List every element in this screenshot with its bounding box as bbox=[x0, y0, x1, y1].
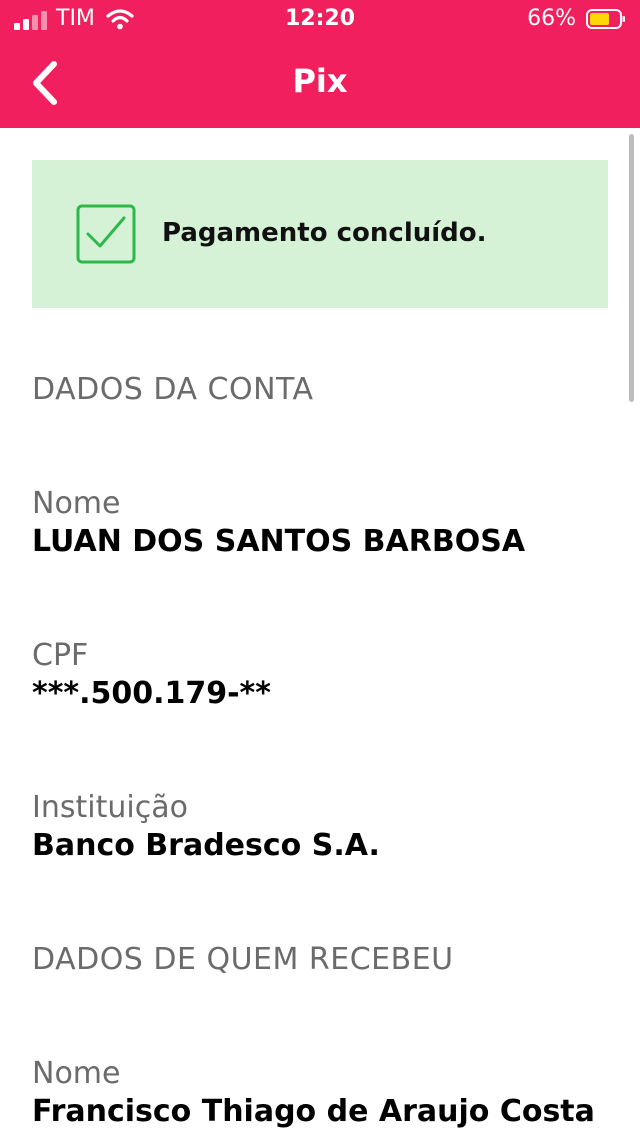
recipient-name-value: Francisco Thiago de Araujo Costa bbox=[32, 1094, 595, 1129]
page-title: Pix bbox=[292, 62, 348, 100]
battery-icon bbox=[586, 9, 625, 29]
recipient-name-label: Nome bbox=[32, 1056, 121, 1091]
cpf-label: CPF bbox=[32, 638, 89, 673]
scrollbar[interactable] bbox=[629, 134, 634, 402]
battery-percent: 66% bbox=[527, 6, 576, 31]
nav-bar: Pix bbox=[0, 40, 640, 128]
account-name-label: Nome bbox=[32, 486, 121, 521]
section-title-account: DADOS DA CONTA bbox=[32, 372, 314, 407]
section-title-recipient: DADOS DE QUEM RECEBEU bbox=[32, 942, 454, 977]
success-banner: Pagamento concluído. bbox=[32, 160, 608, 308]
success-message: Pagamento concluído. bbox=[162, 218, 487, 248]
institution-value: Banco Bradesco S.A. bbox=[32, 828, 380, 863]
app-header: TIM 12:20 66% Pix bbox=[0, 0, 640, 128]
status-bar: TIM 12:20 66% bbox=[0, 0, 640, 40]
institution-label: Instituição bbox=[32, 790, 188, 825]
check-icon bbox=[76, 204, 136, 264]
cpf-value: ***.500.179-** bbox=[32, 676, 271, 711]
account-name-value: LUAN DOS SANTOS BARBOSA bbox=[32, 524, 526, 559]
